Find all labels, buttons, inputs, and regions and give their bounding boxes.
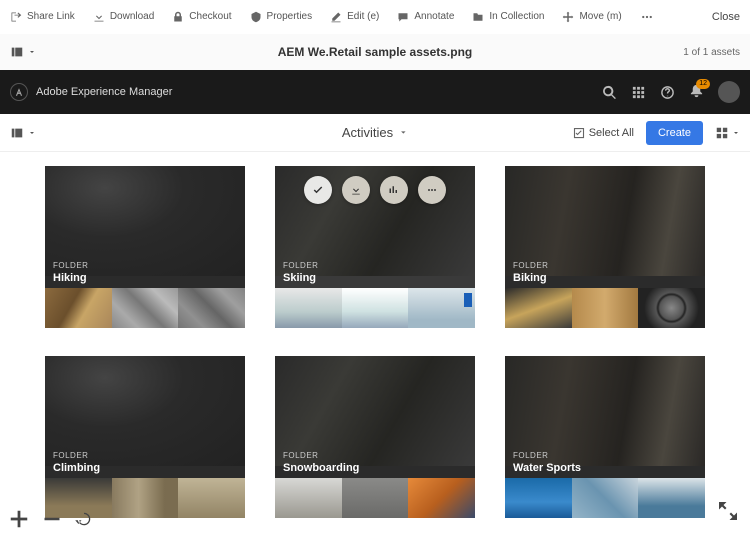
breadcrumb-label: Activities bbox=[342, 125, 393, 140]
card-title: Skiing bbox=[283, 272, 316, 284]
chevron-down-icon bbox=[28, 45, 36, 59]
close-button[interactable]: Close bbox=[712, 11, 740, 23]
annotate-button[interactable]: Annotate bbox=[397, 11, 454, 23]
asset-count: 1 of 1 assets bbox=[683, 47, 740, 58]
more-button[interactable] bbox=[640, 11, 654, 23]
collection-label: In Collection bbox=[489, 11, 544, 22]
search-icon[interactable] bbox=[602, 85, 617, 100]
viewer-controls bbox=[8, 508, 94, 530]
grid-icon bbox=[715, 126, 729, 140]
file-title: AEM We.Retail sample assets.png bbox=[278, 45, 473, 59]
card-type: FOLDER bbox=[283, 451, 318, 460]
create-label: Create bbox=[658, 127, 691, 139]
chevron-down-icon bbox=[399, 128, 408, 137]
notif-badge: 12 bbox=[696, 79, 710, 89]
fullscreen-button[interactable] bbox=[716, 499, 740, 528]
chevron-down-icon bbox=[28, 129, 36, 137]
move-button[interactable]: Move (m) bbox=[562, 11, 621, 23]
folder-card-snowboarding[interactable]: FOLDER Snowboarding bbox=[275, 356, 475, 518]
folder-card-climbing[interactable]: FOLDER Climbing bbox=[45, 356, 245, 518]
collection-button[interactable]: In Collection bbox=[472, 11, 544, 23]
create-button[interactable]: Create bbox=[646, 121, 703, 145]
card-type: FOLDER bbox=[283, 261, 318, 270]
download-action[interactable] bbox=[342, 176, 370, 204]
view-switcher[interactable] bbox=[715, 126, 740, 140]
card-type: FOLDER bbox=[513, 451, 548, 460]
select-action[interactable] bbox=[304, 176, 332, 204]
close-label: Close bbox=[712, 11, 740, 23]
aem-logo[interactable] bbox=[10, 83, 28, 101]
check-icon bbox=[312, 184, 324, 196]
rail-toggle-inner[interactable] bbox=[10, 126, 36, 140]
checkbox-icon bbox=[573, 127, 585, 139]
user-avatar[interactable] bbox=[718, 81, 740, 103]
card-title: Biking bbox=[513, 272, 547, 284]
properties-label: Properties bbox=[267, 11, 313, 22]
chevron-down-icon bbox=[732, 129, 740, 137]
reset-zoom-button[interactable] bbox=[74, 508, 94, 530]
card-grid: FOLDER Hiking FOLDER Skiing FOLDER Bikin… bbox=[0, 152, 750, 532]
card-title: Snowboarding bbox=[283, 462, 359, 474]
download-icon bbox=[350, 184, 362, 196]
card-type: FOLDER bbox=[53, 451, 88, 460]
aem-product-name: Adobe Experience Manager bbox=[36, 86, 172, 98]
more-icon bbox=[640, 11, 654, 23]
download-label: Download bbox=[110, 11, 154, 22]
zoom-in-button[interactable] bbox=[8, 508, 30, 530]
folder-card-biking[interactable]: FOLDER Biking bbox=[505, 166, 705, 328]
card-title: Hiking bbox=[53, 272, 87, 284]
folder-card-hiking[interactable]: FOLDER Hiking bbox=[45, 166, 245, 328]
zoom-out-button[interactable] bbox=[42, 508, 62, 530]
select-all-button[interactable]: Select All bbox=[573, 127, 634, 139]
aem-header: Adobe Experience Manager 12 bbox=[0, 70, 750, 114]
folder-card-skiing[interactable]: FOLDER Skiing bbox=[275, 166, 475, 328]
panel-icon bbox=[10, 126, 24, 140]
card-title: Climbing bbox=[53, 462, 100, 474]
checkout-label: Checkout bbox=[189, 11, 231, 22]
file-bar: AEM We.Retail sample assets.png 1 of 1 a… bbox=[0, 34, 750, 70]
share-link-label: Share Link bbox=[27, 11, 75, 22]
fullscreen-icon bbox=[716, 499, 740, 523]
more-icon bbox=[426, 184, 438, 196]
move-label: Move (m) bbox=[579, 11, 621, 22]
properties-button[interactable]: Properties bbox=[250, 11, 313, 23]
notifications-button[interactable]: 12 bbox=[689, 83, 704, 101]
edit-label: Edit (e) bbox=[347, 11, 379, 22]
help-icon[interactable] bbox=[660, 85, 675, 100]
more-action[interactable] bbox=[418, 176, 446, 204]
properties-action[interactable] bbox=[380, 176, 408, 204]
select-all-label: Select All bbox=[589, 127, 634, 139]
chart-icon bbox=[388, 184, 400, 196]
activities-bar: Activities Select All Create bbox=[0, 114, 750, 152]
preview-content: Adobe Experience Manager 12 Activities S… bbox=[0, 70, 750, 536]
edit-button[interactable]: Edit (e) bbox=[330, 11, 379, 23]
asset-toolbar: Share Link Download Checkout Properties … bbox=[0, 0, 750, 34]
card-type: FOLDER bbox=[53, 261, 88, 270]
panel-icon bbox=[10, 45, 24, 59]
download-button[interactable]: Download bbox=[93, 11, 154, 23]
checkout-button[interactable]: Checkout bbox=[172, 11, 231, 23]
share-link-button[interactable]: Share Link bbox=[10, 11, 75, 23]
annotate-label: Annotate bbox=[414, 11, 454, 22]
apps-icon[interactable] bbox=[631, 85, 646, 100]
card-type: FOLDER bbox=[513, 261, 548, 270]
folder-card-water-sports[interactable]: FOLDER Water Sports water-sports bbox=[505, 356, 705, 518]
card-quick-actions bbox=[275, 176, 475, 204]
card-title: Water Sports bbox=[513, 462, 581, 474]
rail-toggle[interactable] bbox=[10, 45, 36, 59]
breadcrumb[interactable]: Activities bbox=[342, 125, 408, 140]
